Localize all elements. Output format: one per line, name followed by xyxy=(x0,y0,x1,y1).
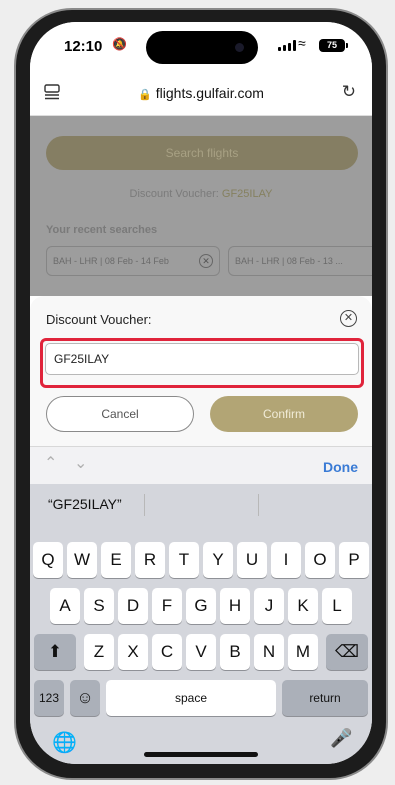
key-e[interactable]: E xyxy=(101,542,131,578)
signal-icon xyxy=(278,40,296,51)
phone-screen: 12:10 🔕 ≈ 75 🔒 flights.gulfair.com ↻ Sear… xyxy=(30,22,372,764)
battery-tip xyxy=(346,43,348,48)
recent-search-text: BAH - LHR | 08 Feb - 14 Feb xyxy=(53,256,169,266)
key-u[interactable]: U xyxy=(237,542,267,578)
suggestion-item[interactable]: “GF25ILAY” xyxy=(48,496,122,512)
key-v[interactable]: V xyxy=(186,634,216,670)
key-t[interactable]: T xyxy=(169,542,199,578)
key-j[interactable]: J xyxy=(254,588,284,624)
recent-search-chip[interactable]: BAH - LHR | 08 Feb - 13 ... xyxy=(228,246,372,276)
url-text[interactable]: flights.gulfair.com xyxy=(156,85,264,101)
cancel-button[interactable]: Cancel xyxy=(46,396,194,432)
key-s[interactable]: S xyxy=(84,588,114,624)
emoji-icon[interactable]: ☺ xyxy=(70,680,100,716)
key-o[interactable]: O xyxy=(305,542,335,578)
bell-muted-icon: 🔕 xyxy=(112,37,127,51)
key-q[interactable]: Q xyxy=(33,542,63,578)
key-c[interactable]: C xyxy=(152,634,182,670)
camera-icon xyxy=(235,43,244,52)
reload-icon[interactable]: ↻ xyxy=(342,82,356,102)
recent-search-chip[interactable]: BAH - LHR | 08 Feb - 14 Feb ✕ xyxy=(46,246,220,276)
space-key[interactable]: space xyxy=(106,680,276,716)
page-background-dimmed: Search flights Discount Voucher: GF25ILA… xyxy=(30,116,372,296)
key-y[interactable]: Y xyxy=(203,542,233,578)
key-n[interactable]: N xyxy=(254,634,284,670)
discount-code: GF25ILAY xyxy=(221,188,273,200)
key-p[interactable]: P xyxy=(339,542,369,578)
key-w[interactable]: W xyxy=(67,542,97,578)
dynamic-island xyxy=(146,31,258,64)
key-f[interactable]: F xyxy=(152,588,182,624)
chevron-down-icon[interactable]: ⌄ xyxy=(74,453,87,473)
status-time: 12:10 xyxy=(64,38,103,55)
search-flights-button[interactable]: Search flights xyxy=(46,136,358,170)
done-button[interactable]: Done xyxy=(323,459,358,475)
globe-icon[interactable]: 🌐 xyxy=(52,730,77,755)
voucher-code-input[interactable] xyxy=(45,343,359,375)
discount-voucher-line: Discount Voucher: GF25ILAY xyxy=(30,188,372,200)
home-indicator xyxy=(144,752,258,757)
status-bar: 12:10 🔕 ≈ 75 xyxy=(30,22,372,70)
key-r[interactable]: R xyxy=(135,542,165,578)
keyboard-accessory-bar: ⌃ ⌄ Done xyxy=(30,446,372,484)
key-h[interactable]: H xyxy=(220,588,250,624)
recent-search-text: BAH - LHR | 08 Feb - 13 ... xyxy=(235,256,343,266)
shift-key[interactable]: ⬆ xyxy=(34,634,76,670)
discount-label: Discount Voucher: xyxy=(129,188,219,200)
microphone-icon[interactable]: 🎤 xyxy=(330,728,352,749)
close-icon[interactable]: ✕ xyxy=(340,310,357,327)
chevron-up-icon[interactable]: ⌃ xyxy=(44,453,57,473)
recent-searches-title: Your recent searches xyxy=(46,224,158,236)
battery-icon: 75 xyxy=(319,39,345,52)
discount-voucher-dialog: Discount Voucher: ✕ Cancel Confirm xyxy=(30,296,372,446)
suggestion-divider xyxy=(144,494,145,516)
key-g[interactable]: G xyxy=(186,588,216,624)
keyboard: “GF25ILAY” QWERTYUIOP ASDFGHJKL ZXCVBNM … xyxy=(30,484,372,764)
key-k[interactable]: K xyxy=(288,588,318,624)
key-a[interactable]: A xyxy=(50,588,80,624)
wifi-icon: ≈ xyxy=(298,35,306,51)
url-text-container[interactable]: 🔒 flights.gulfair.com xyxy=(30,85,372,101)
lock-icon: 🔒 xyxy=(138,89,152,101)
return-key[interactable]: return xyxy=(282,680,368,716)
key-x[interactable]: X xyxy=(118,634,148,670)
suggestion-bar: “GF25ILAY” xyxy=(30,484,372,526)
backspace-key[interactable]: ⌫ xyxy=(326,634,368,670)
key-l[interactable]: L xyxy=(322,588,352,624)
dialog-title: Discount Voucher: xyxy=(46,312,152,327)
key-z[interactable]: Z xyxy=(84,634,114,670)
key-b[interactable]: B xyxy=(220,634,250,670)
key-i[interactable]: I xyxy=(271,542,301,578)
numbers-key[interactable]: 123 xyxy=(34,680,64,716)
browser-url-bar[interactable]: 🔒 flights.gulfair.com ↻ xyxy=(30,70,372,116)
key-d[interactable]: D xyxy=(118,588,148,624)
confirm-button[interactable]: Confirm xyxy=(210,396,358,432)
suggestion-divider xyxy=(258,494,259,516)
key-m[interactable]: M xyxy=(288,634,318,670)
remove-search-icon[interactable]: ✕ xyxy=(199,254,213,268)
